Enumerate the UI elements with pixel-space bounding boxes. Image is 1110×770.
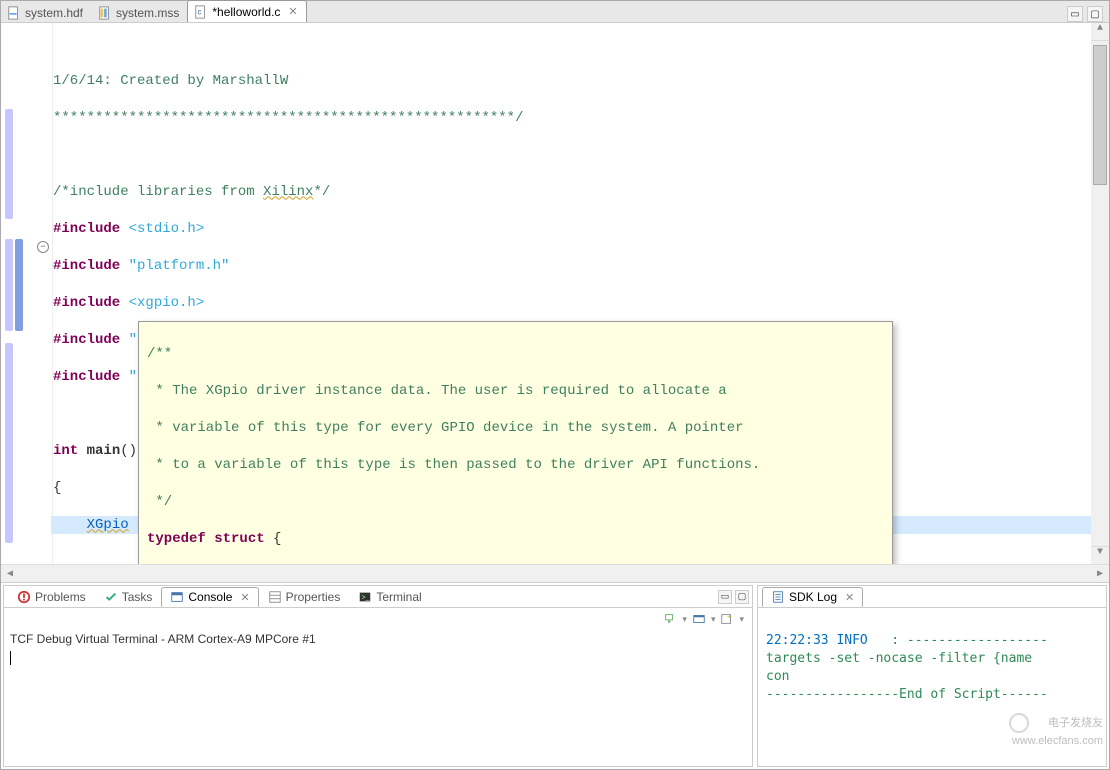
- vertical-scrollbar[interactable]: ▲ ▼: [1091, 23, 1109, 564]
- tab-terminal[interactable]: >_ Terminal: [349, 587, 430, 607]
- fold-toggle[interactable]: −: [37, 241, 49, 253]
- editor-gutter: −: [1, 23, 53, 564]
- svg-text:>_: >_: [362, 594, 370, 601]
- editor-tab-bar: system.hdf system.mss c *helloworld.c ✕ …: [1, 1, 1109, 23]
- console-output[interactable]: [4, 648, 752, 766]
- hover-tooltip: /** * The XGpio driver instance data. Th…: [138, 321, 893, 564]
- tab-sdk-log[interactable]: SDK Log ✕: [762, 587, 863, 607]
- console-icon: [170, 590, 184, 604]
- minimize-button[interactable]: ▭: [1067, 6, 1083, 22]
- svg-text:+: +: [727, 612, 732, 621]
- code-comment: /*include libraries from Xilinx*/: [53, 184, 330, 200]
- change-marker: [5, 109, 13, 219]
- console-title: TCF Debug Virtual Terminal - ARM Cortex-…: [4, 630, 752, 648]
- console-tab-bar: Problems Tasks Console ✕ Properties >_ T…: [4, 586, 752, 608]
- console-panel: Problems Tasks Console ✕ Properties >_ T…: [3, 585, 753, 767]
- code-text: 1/6/14: Created by MarshallW: [53, 73, 288, 89]
- tab-label: system.mss: [116, 6, 179, 20]
- tab-system-mss[interactable]: system.mss: [91, 2, 188, 22]
- scroll-up-button[interactable]: ▲: [1091, 23, 1109, 41]
- close-icon[interactable]: ✕: [288, 5, 297, 18]
- watermark: 电子发烧友 www.elecfans.com: [1007, 711, 1103, 747]
- code-text: ****************************************…: [53, 110, 523, 126]
- sdk-log-tab-bar: SDK Log ✕: [758, 586, 1106, 608]
- scroll-thumb[interactable]: [1093, 45, 1107, 185]
- tasks-icon: [104, 590, 118, 604]
- tab-properties[interactable]: Properties: [259, 587, 350, 607]
- open-console-button[interactable]: +: [719, 611, 735, 627]
- svg-text:c: c: [198, 7, 202, 16]
- tab-helloworld-c[interactable]: c *helloworld.c ✕: [187, 0, 306, 22]
- change-marker: [5, 343, 13, 543]
- scroll-left-button[interactable]: ◀: [1, 568, 19, 580]
- display-console-button[interactable]: [691, 611, 707, 627]
- c-file-icon: c: [194, 5, 208, 19]
- pin-console-button[interactable]: [662, 611, 678, 627]
- tab-console[interactable]: Console ✕: [161, 587, 258, 607]
- change-marker: [5, 239, 13, 331]
- maximize-button[interactable]: ▢: [1087, 6, 1103, 22]
- console-toolbar: ▾ ▾ + ▾: [4, 608, 752, 630]
- close-icon[interactable]: ✕: [845, 591, 854, 604]
- editor-tab-controls: ▭ ▢: [1067, 6, 1109, 22]
- tab-problems[interactable]: Problems: [8, 587, 95, 607]
- properties-icon: [268, 590, 282, 604]
- change-marker: [15, 239, 23, 331]
- tab-label: system.hdf: [25, 6, 83, 20]
- terminal-icon: >_: [358, 590, 372, 604]
- tab-tasks[interactable]: Tasks: [95, 587, 162, 607]
- bottom-panels: Problems Tasks Console ✕ Properties >_ T…: [1, 583, 1109, 769]
- file-icon: [98, 6, 112, 20]
- maximize-button[interactable]: ▢: [735, 590, 749, 604]
- editor-pane: system.hdf system.mss c *helloworld.c ✕ …: [1, 1, 1109, 583]
- tab-system-hdf[interactable]: system.hdf: [0, 2, 92, 22]
- minimize-button[interactable]: ▭: [718, 590, 732, 604]
- code-editor[interactable]: 1/6/14: Created by MarshallW ***********…: [53, 23, 1091, 564]
- horizontal-scrollbar[interactable]: ◀ ▶: [1, 564, 1109, 582]
- problems-icon: [17, 590, 31, 604]
- scroll-right-button[interactable]: ▶: [1091, 568, 1109, 580]
- scroll-down-button[interactable]: ▼: [1091, 546, 1109, 564]
- log-icon: [771, 590, 785, 604]
- tab-label: *helloworld.c: [212, 5, 280, 19]
- close-icon[interactable]: ✕: [240, 591, 249, 604]
- file-icon: [7, 6, 21, 20]
